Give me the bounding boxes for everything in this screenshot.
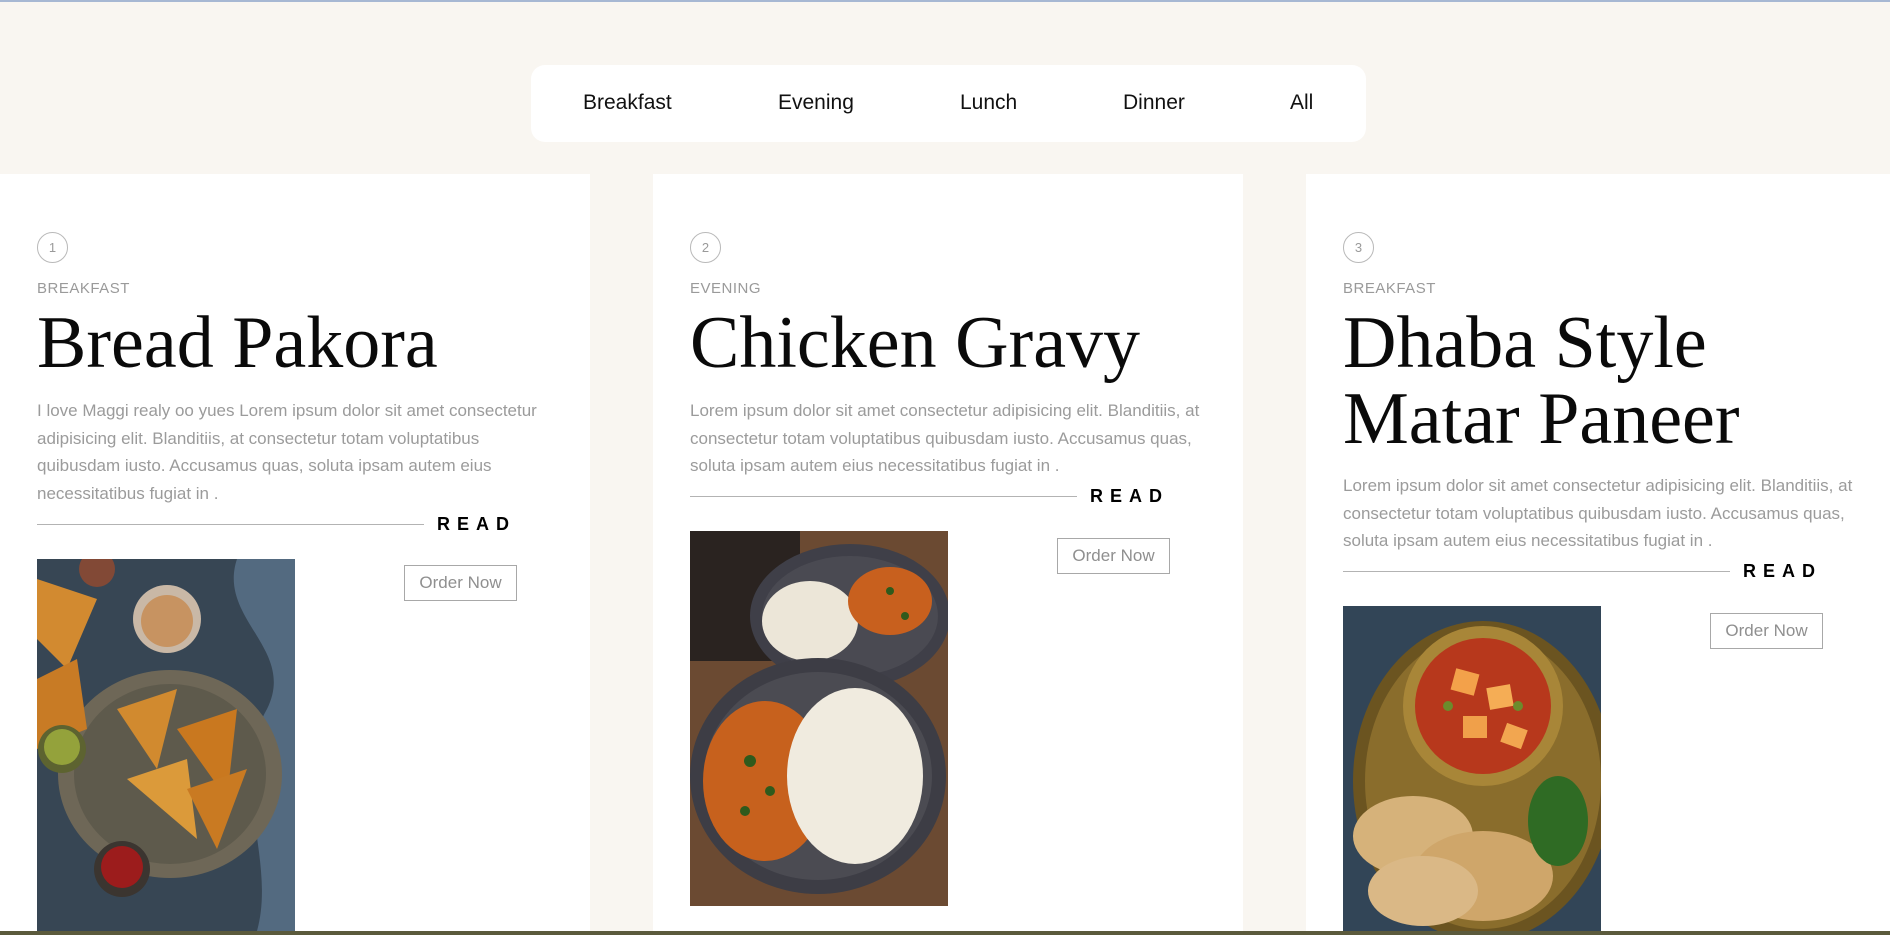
read-link[interactable]: READ	[437, 514, 516, 535]
card-category: BREAKFAST	[1343, 280, 1436, 297]
order-now-button[interactable]: Order Now	[1710, 613, 1823, 649]
card-category: EVENING	[690, 280, 762, 297]
category-nav: Breakfast Evening Lunch Dinner All	[531, 65, 1366, 142]
nav-item-evening[interactable]: Evening	[778, 91, 854, 115]
nav-item-lunch[interactable]: Lunch	[960, 91, 1017, 115]
order-now-button[interactable]: Order Now	[1057, 538, 1170, 574]
read-link[interactable]: READ	[1090, 486, 1169, 507]
card-description: I love Maggi realy oo yues Lorem ipsum d…	[37, 401, 537, 503]
chicken-gravy-rice-photo	[690, 531, 948, 906]
card-description: Lorem ipsum dolor sit amet consectetur a…	[1343, 476, 1853, 550]
matar-paneer-photo	[1343, 606, 1601, 931]
card-title: Chicken Gravy	[690, 302, 1141, 384]
nav-item-breakfast[interactable]: Breakfast	[583, 91, 672, 115]
divider	[37, 524, 424, 525]
card-title: Bread Pakora	[37, 302, 438, 384]
bread-pakora-photo	[37, 559, 295, 931]
bottom-border	[0, 931, 1890, 935]
read-link[interactable]: READ	[1743, 561, 1822, 582]
divider	[690, 496, 1077, 497]
recipe-card: 2 EVENING Chicken Gravy Lorem ipsum dolo…	[653, 174, 1243, 931]
nav-item-all[interactable]: All	[1290, 91, 1313, 115]
card-number: 3	[1343, 232, 1374, 263]
divider	[1343, 571, 1730, 572]
card-category: BREAKFAST	[37, 280, 130, 297]
nav-item-dinner[interactable]: Dinner	[1123, 91, 1185, 115]
card-number: 1	[37, 232, 68, 263]
card-description: Lorem ipsum dolor sit amet consectetur a…	[690, 401, 1200, 475]
order-now-button[interactable]: Order Now	[404, 565, 517, 601]
card-title: Dhaba Style Matar Paneer	[1343, 302, 1740, 460]
recipe-card: 1 BREAKFAST Bread Pakora I love Maggi re…	[0, 174, 590, 931]
recipe-card: 3 BREAKFAST Dhaba Style Matar Paneer Lor…	[1306, 174, 1890, 931]
card-number: 2	[690, 232, 721, 263]
top-border	[0, 0, 1890, 2]
